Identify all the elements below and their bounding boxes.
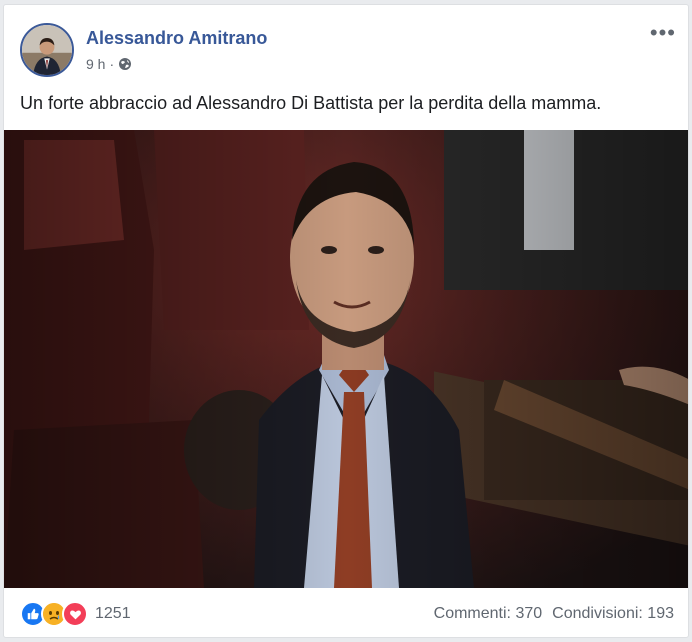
comments-count[interactable]: Commenti: 370 <box>434 605 543 623</box>
post-photo[interactable] <box>4 130 688 588</box>
author-avatar[interactable] <box>20 23 74 77</box>
meta-separator: · <box>109 56 115 72</box>
post-footer: 1251 Commenti: 370 Condivisioni: 193 <box>20 601 674 627</box>
author-name[interactable]: Alessandro Amitrano <box>86 28 267 49</box>
post-header: Alessandro Amitrano 9 h · ••• <box>20 22 676 81</box>
reaction-count[interactable]: 1251 <box>95 605 131 623</box>
more-options-icon[interactable]: ••• <box>650 22 676 44</box>
post-card: Alessandro Amitrano 9 h · ••• Un forte a… <box>3 4 689 638</box>
love-icon <box>62 601 88 627</box>
post-stats: Commenti: 370 Condivisioni: 193 <box>434 605 674 623</box>
post-text: Un forte abbraccio ad Alessandro Di Batt… <box>20 93 602 113</box>
reactions-summary[interactable]: 1251 <box>20 601 131 627</box>
shares-count[interactable]: Condivisioni: 193 <box>552 605 674 623</box>
post-meta: 9 h · <box>86 56 132 72</box>
post-time[interactable]: 9 h <box>86 56 105 72</box>
globe-icon <box>118 57 132 71</box>
